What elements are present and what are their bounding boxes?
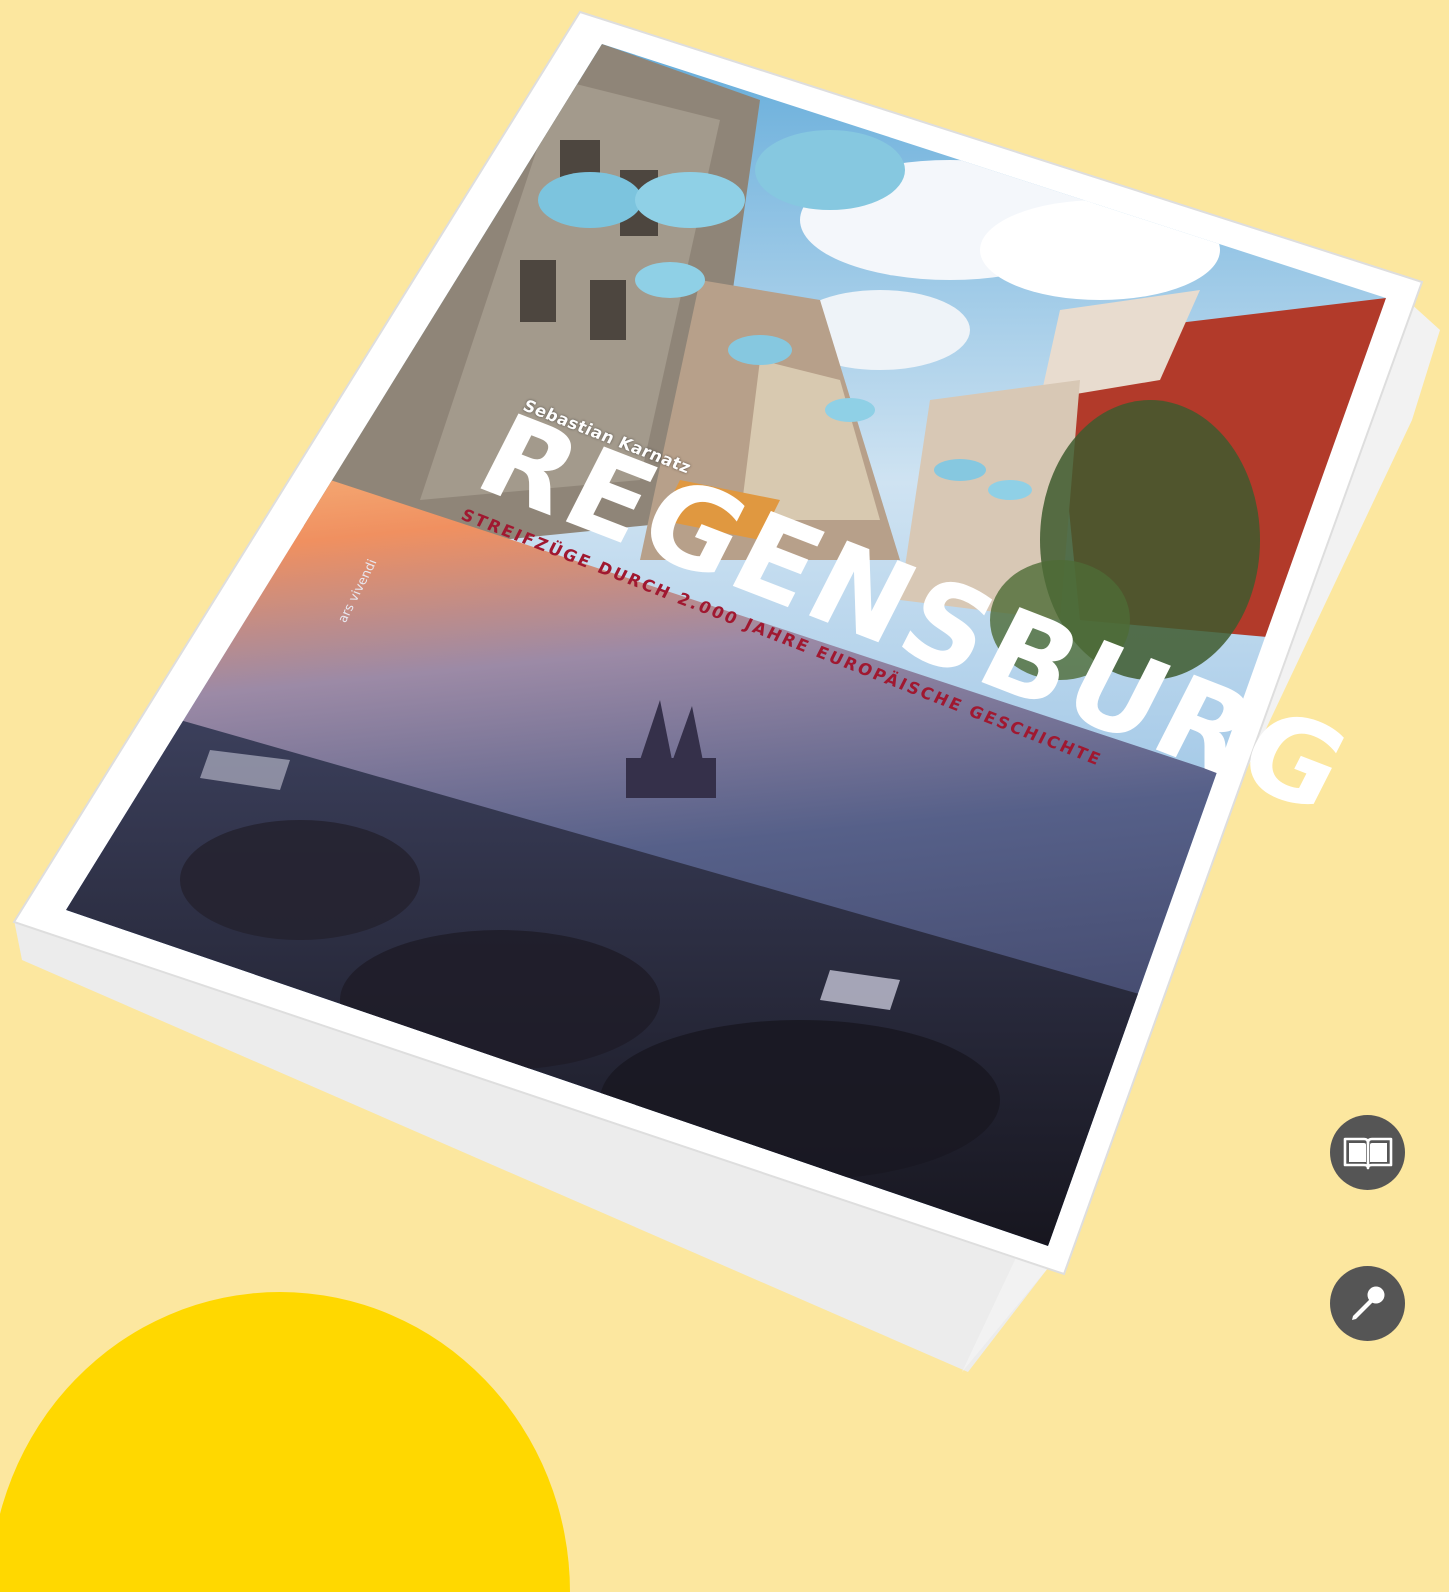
read-book-button[interactable] [1330,1115,1405,1190]
book-product-image: Sebastian Karnatz REGENSBURG STREIFZÜGE … [0,0,1449,1379]
book-publisher: ars vivendi [335,557,381,625]
microphone-icon [1351,1286,1384,1320]
listen-audio-button[interactable] [1330,1266,1405,1341]
open-book-icon [1343,1137,1392,1169]
